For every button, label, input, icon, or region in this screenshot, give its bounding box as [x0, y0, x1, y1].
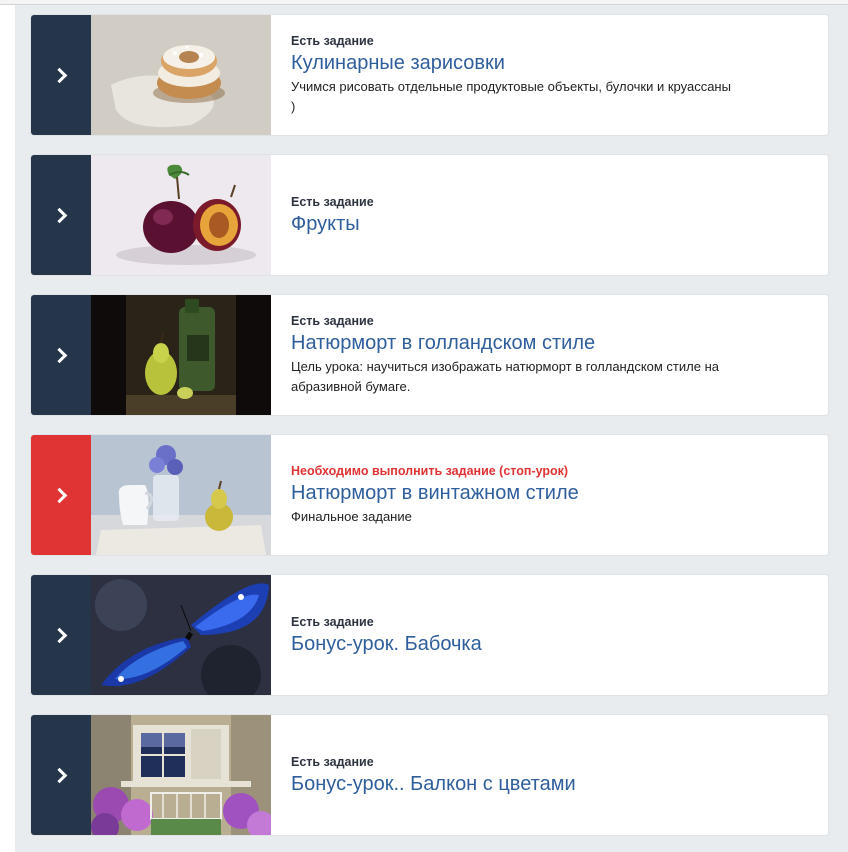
lesson-status: Есть задание: [291, 754, 374, 769]
lesson-card[interactable]: Есть задание Кулинарные зарисовки Учимся…: [31, 15, 828, 135]
chevron-right-icon: [51, 347, 67, 363]
open-lesson-button[interactable]: [31, 575, 91, 695]
dutch-still-life-painting: [91, 295, 271, 415]
lesson-title[interactable]: Кулинарные зарисовки: [291, 50, 808, 76]
pastry-painting: [91, 15, 271, 135]
plums-painting: [91, 155, 271, 275]
lesson-status: Есть задание: [291, 314, 374, 328]
lesson-status: Необходимо выполнить задание (стоп-урок): [291, 464, 569, 478]
chevron-right-icon: [51, 767, 67, 783]
chevron-right-icon: [51, 627, 67, 643]
lesson-card[interactable]: Есть задание Фрукты: [31, 155, 828, 275]
lesson-thumbnail[interactable]: [91, 295, 271, 415]
lesson-description: Финальное задание: [291, 509, 412, 524]
lesson-list: Есть задание Кулинарные зарисовки Учимся…: [15, 5, 848, 852]
chevron-right-icon: [51, 207, 67, 223]
open-lesson-button[interactable]: [31, 295, 91, 415]
open-lesson-button[interactable]: [31, 715, 91, 835]
lesson-card[interactable]: Есть задание Натюрморт в голландском сти…: [31, 295, 828, 415]
balcony-flowers-painting: [91, 715, 271, 835]
lesson-card[interactable]: Есть задание Бонус-урок.. Балкон с цвета…: [31, 715, 828, 835]
lesson-card[interactable]: Есть задание Бонус-урок. Бабочка: [31, 575, 828, 695]
lesson-title[interactable]: Бонус-урок.. Балкон с цветами: [291, 771, 808, 797]
lesson-title[interactable]: Натюрморт в голландском стиле: [291, 330, 808, 356]
butterfly-painting: [91, 575, 271, 695]
chevron-right-icon: [51, 67, 67, 83]
lesson-description: Цель урока: научиться изображать натюрмо…: [291, 359, 719, 394]
lesson-title[interactable]: Фрукты: [291, 211, 808, 237]
lesson-description: Учимся рисовать отдельные продуктовые об…: [291, 79, 731, 114]
open-lesson-button[interactable]: [31, 155, 91, 275]
lesson-thumbnail[interactable]: [91, 15, 271, 135]
vintage-still-life-painting: [91, 435, 271, 555]
lesson-card[interactable]: Необходимо выполнить задание (стоп-урок)…: [31, 435, 828, 555]
lesson-title[interactable]: Бонус-урок. Бабочка: [291, 631, 808, 657]
lesson-thumbnail[interactable]: [91, 435, 271, 555]
lesson-status: Есть задание: [291, 194, 374, 209]
chevron-right-icon: [51, 487, 67, 503]
lesson-thumbnail[interactable]: [91, 155, 271, 275]
lesson-thumbnail[interactable]: [91, 575, 271, 695]
lesson-status: Есть задание: [291, 34, 374, 48]
lesson-title[interactable]: Натюрморт в винтажном стиле: [291, 480, 808, 506]
open-lesson-button[interactable]: [31, 15, 91, 135]
open-lesson-button[interactable]: [31, 435, 91, 555]
lesson-thumbnail[interactable]: [91, 715, 271, 835]
lesson-status: Есть задание: [291, 614, 374, 629]
